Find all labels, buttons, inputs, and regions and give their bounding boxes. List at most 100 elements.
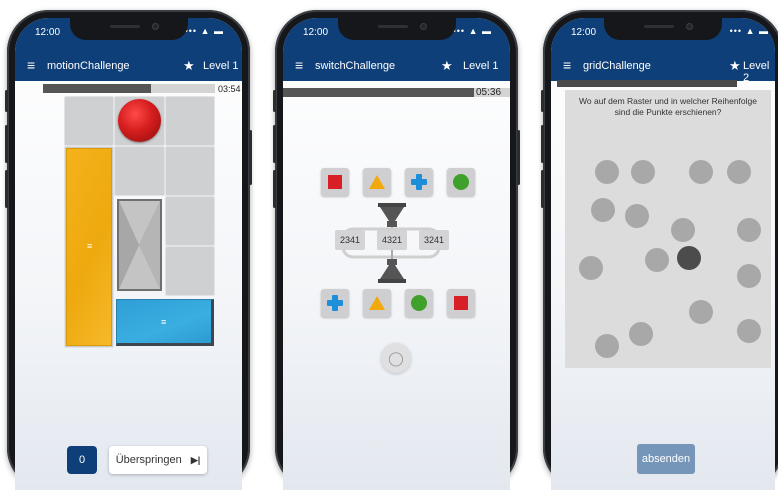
phone-screen: 12:00 ••• ▲ ▬ ≡ motionChallenge ★ Level … — [15, 18, 242, 490]
yellow-block[interactable]: ≡ — [66, 148, 112, 346]
grid-cell — [64, 96, 114, 146]
phone-side-button — [541, 90, 544, 112]
timer-text: 05:36 — [476, 87, 502, 98]
hourglass-pattern-icon — [119, 201, 160, 289]
phone-side-button — [5, 125, 8, 163]
shape-tile — [363, 168, 391, 196]
grid-cell — [165, 146, 215, 196]
phone-screen: 12:00 ••• ▲ ▬ ≡ switchChallenge ★ Level … — [283, 18, 510, 490]
timer-bar — [43, 84, 215, 93]
shape-tile — [363, 289, 391, 317]
switch-options: 2341 4321 3241 — [335, 230, 465, 250]
shape-tile — [447, 168, 475, 196]
switch-option-button[interactable]: 2341 — [335, 230, 365, 250]
grid-dot[interactable] — [645, 248, 669, 272]
app-bar: ≡ motionChallenge ★ Level 1 — [15, 51, 242, 81]
app-title: motionChallenge — [47, 60, 130, 72]
phone-side-button — [5, 90, 8, 112]
skip-button-label: Überspringen — [115, 454, 182, 466]
shape-tile — [405, 289, 433, 317]
grid-dot[interactable] — [737, 319, 761, 343]
lock-icon[interactable]: ◯ — [381, 343, 411, 373]
hamburger-menu-icon[interactable]: ≡ — [27, 57, 35, 73]
grid-panel: Wo auf dem Raster und in welcher Reihenf… — [565, 90, 771, 368]
status-icons: ••• ▲ ▬ — [452, 26, 492, 36]
red-square-icon — [328, 175, 342, 189]
switch-option-button[interactable]: 4321 — [377, 230, 407, 250]
level-label: Level 1 — [463, 60, 499, 72]
drag-handle-icon: ≡ — [161, 317, 167, 327]
grid-dot[interactable] — [629, 322, 653, 346]
green-circle-icon — [411, 295, 427, 311]
grid-dot-active[interactable] — [677, 246, 701, 270]
drag-handle-icon: ≡ — [87, 241, 93, 251]
timer-bar-fill — [557, 80, 737, 87]
phone-motion-challenge: 12:00 ••• ▲ ▬ ≡ motionChallenge ★ Level … — [5, 10, 252, 490]
grid-dot[interactable] — [737, 218, 761, 242]
camera-lens — [151, 23, 159, 30]
question-text: Wo auf dem Raster und in welcher Reihenf… — [579, 96, 757, 117]
yellow-triangle-icon — [369, 296, 385, 310]
camera-lens — [686, 23, 693, 30]
counter-badge: 0 — [67, 446, 97, 474]
hamburger-menu-icon[interactable]: ≡ — [295, 57, 303, 73]
blue-plus-icon — [327, 295, 343, 311]
submit-button[interactable]: absenden — [637, 444, 695, 474]
phone-side-button — [273, 170, 276, 208]
status-time: 12:00 — [303, 27, 329, 38]
timer-bar-fill — [43, 84, 152, 93]
timer-text: 03:54 — [218, 84, 241, 94]
grid-cell — [165, 196, 215, 246]
shape-tile — [321, 289, 349, 317]
hamburger-menu-icon[interactable]: ≡ — [563, 57, 571, 73]
skip-forward-icon: ▶| — [190, 455, 201, 465]
grid-dot[interactable] — [625, 204, 649, 228]
grid-dot[interactable] — [591, 198, 615, 222]
red-square-icon — [454, 296, 468, 310]
switch-option-button[interactable]: 3241 — [419, 230, 449, 250]
grid-cell — [165, 246, 215, 296]
gray-block[interactable] — [117, 199, 162, 291]
speaker-grille — [644, 25, 674, 28]
yellow-triangle-icon — [369, 175, 385, 189]
app-bar: ≡ gridChallenge ★ Level 2 — [551, 51, 775, 84]
red-ball[interactable] — [118, 99, 161, 142]
shape-tile — [405, 168, 433, 196]
phone-power-button — [249, 130, 252, 185]
grid-dot[interactable] — [671, 218, 695, 242]
grid-dot[interactable] — [689, 160, 713, 184]
shape-tile — [321, 168, 349, 196]
phone-side-button — [5, 170, 8, 208]
timer-bar — [557, 80, 737, 87]
phone-switch-challenge: 12:00 ••• ▲ ▬ ≡ switchChallenge ★ Level … — [273, 10, 520, 490]
phone-notch — [604, 18, 722, 40]
blue-plus-icon — [411, 174, 427, 190]
status-time: 12:00 — [571, 27, 597, 38]
grid-dot[interactable] — [689, 300, 713, 324]
grid-dot[interactable] — [595, 334, 619, 358]
phone-power-button — [517, 130, 520, 185]
grid-dot[interactable] — [727, 160, 751, 184]
phone-side-button — [273, 125, 276, 163]
phone-side-button — [541, 170, 544, 208]
app-title: gridChallenge — [583, 60, 651, 72]
phone-side-button — [273, 90, 276, 112]
level-label: Level 1 — [203, 60, 239, 72]
blue-block[interactable]: ≡ — [116, 299, 214, 346]
status-icons: ••• ▲ ▬ — [729, 26, 769, 36]
speaker-grille — [377, 25, 408, 28]
grid-dot[interactable] — [595, 160, 619, 184]
green-circle-icon — [453, 174, 469, 190]
speaker-grille — [109, 25, 140, 28]
phone-notch — [337, 18, 456, 40]
star-icon: ★ — [729, 58, 741, 73]
grid-dot[interactable] — [631, 160, 655, 184]
camera-lens — [419, 23, 427, 30]
grid-dot[interactable] — [579, 256, 603, 280]
phone-side-button — [541, 125, 544, 163]
status-icons: ••• ▲ ▬ — [184, 26, 224, 36]
skip-button[interactable]: Überspringen ▶| — [109, 446, 207, 474]
grid-dot[interactable] — [737, 264, 761, 288]
grid-cell — [114, 146, 165, 196]
status-time: 12:00 — [35, 27, 61, 38]
